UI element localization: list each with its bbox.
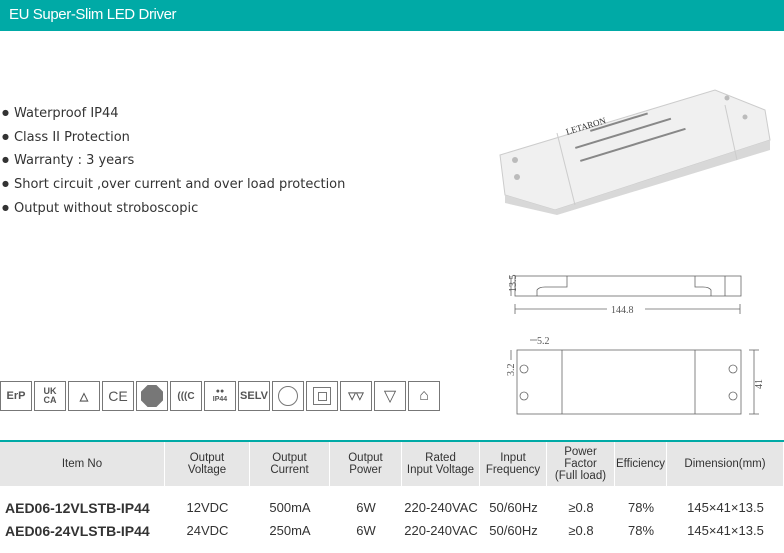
table-row: AED06-24VLSTB-IP44 24VDC 250mA 6W 220-24… <box>0 519 784 542</box>
title-bar: EU Super-Slim LED Driver <box>0 0 784 31</box>
col-power-factor: Power Factor (Full load) <box>547 442 615 486</box>
ip44-label: IP44 <box>212 396 228 403</box>
selv-icon: SELV <box>238 381 270 411</box>
col-rated-input-voltage: Rated Input Voltage <box>402 442 480 486</box>
independent-icon <box>272 381 304 411</box>
cell: 78% <box>627 500 655 515</box>
height-label: 13.5 <box>508 275 519 293</box>
cell: ≥0.8 <box>568 523 594 538</box>
feature-item: Short circuit ,over current and over loa… <box>2 172 345 196</box>
cell: 12VDC <box>186 500 229 515</box>
feature-item: Output without stroboscopic <box>2 196 345 220</box>
offset-y-label: 3.2 <box>506 364 517 377</box>
col-output-current: Output Current <box>250 442 330 486</box>
cell: 500mA <box>269 500 311 515</box>
dimension-drawing: 13.5 144.8 41 5.2 3.2 <box>506 275 765 415</box>
cell: 220-240VAC <box>404 500 478 515</box>
ip44-icon: ●● IP44 <box>204 381 236 411</box>
cell: 78% <box>627 523 655 538</box>
product-image: LETARON <box>499 89 771 215</box>
col-efficiency: Efficiency <box>615 442 667 486</box>
col-input-frequency: Input Frequency <box>480 442 547 486</box>
cell: 220-240VAC <box>404 523 478 538</box>
class-ii-icon <box>306 381 338 411</box>
col-dimension: Dimension(mm) <box>667 442 784 486</box>
cell: 250mA <box>269 523 311 538</box>
cell: 145×41×13.5 <box>687 500 764 515</box>
cell: ≥0.8 <box>568 500 594 515</box>
ce-icon: CE <box>102 381 134 411</box>
col-item-no: Item No <box>0 442 165 486</box>
cell: 6W <box>356 523 376 538</box>
erp-icon: ErP <box>0 381 32 411</box>
cell: 6W <box>356 500 376 515</box>
cell: 50/60Hz <box>489 523 538 538</box>
cell-item-no: AED06-24VLSTB-IP44 <box>5 522 150 539</box>
cell-item-no: AED06-12VLSTB-IP44 <box>5 499 150 516</box>
cell: 50/60Hz <box>489 500 538 515</box>
ccc-icon: (((C <box>170 381 202 411</box>
spec-table: Item No Output Voltage Output Current Ou… <box>0 440 784 542</box>
temperature-icon: ▽ <box>374 381 406 411</box>
mm-icon: ▽▽ <box>340 381 372 411</box>
cell: 145×41×13.5 <box>687 523 764 538</box>
certification-icons: ErP UK CA △ CE (((C ●● IP44 SELV ▽▽ ▽ ⌂ <box>0 381 440 411</box>
page-title: EU Super-Slim LED Driver <box>9 6 177 23</box>
feature-list: Waterproof IP44 Class II Protection Warr… <box>2 101 345 219</box>
feature-item: Warranty : 3 years <box>2 148 345 172</box>
house-icon: ⌂ <box>408 381 440 411</box>
width-label: 41 <box>754 379 765 389</box>
offset-x-label: 5.2 <box>537 336 550 347</box>
rcm-icon: △ <box>68 381 100 411</box>
table-header: Item No Output Voltage Output Current Ou… <box>0 442 784 486</box>
feature-item: Class II Protection <box>2 125 345 149</box>
feature-item: Waterproof IP44 <box>2 101 345 125</box>
tuv-icon <box>136 381 168 411</box>
cell: 24VDC <box>186 523 229 538</box>
length-label: 144.8 <box>611 305 634 316</box>
col-output-power: Output Power <box>330 442 402 486</box>
table-row: AED06-12VLSTB-IP44 12VDC 500mA 6W 220-24… <box>0 496 784 519</box>
ukca-icon: UK CA <box>34 381 66 411</box>
col-output-voltage: Output Voltage <box>165 442 250 486</box>
